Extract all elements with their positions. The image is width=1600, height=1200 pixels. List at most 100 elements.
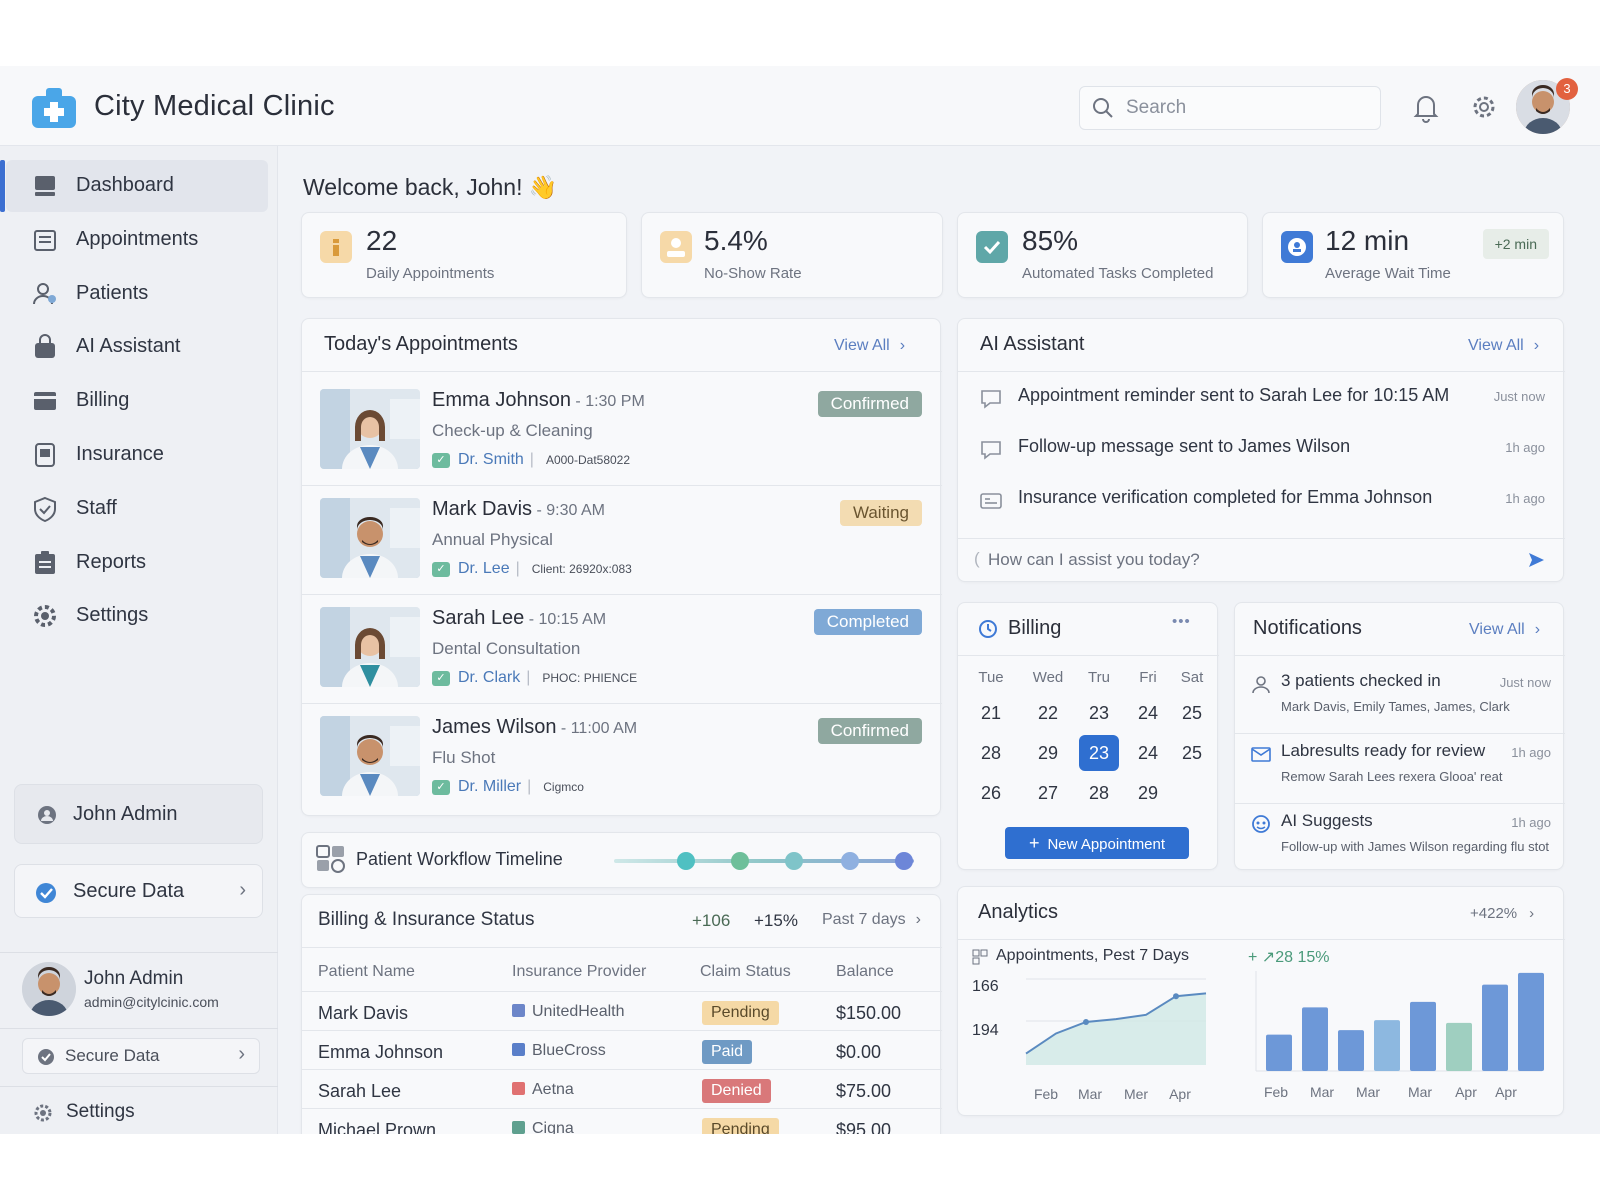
gear-icon[interactable]: [1467, 90, 1501, 124]
appointment-code: Client: 26920x:083: [531, 562, 632, 576]
calendar-day[interactable]: 25: [1172, 695, 1212, 731]
divider: [302, 1108, 942, 1109]
appointment-row[interactable]: James Wilson - 11:00 AM Flu Shot ✓ Dr. Mill…: [302, 716, 942, 826]
ai-chat-input[interactable]: ( How can I assist you today?: [958, 539, 1565, 583]
analytics-delta[interactable]: +422% ›: [1470, 905, 1534, 922]
patient-name: Emma Johnson - 1:30 PM: [432, 389, 645, 412]
calendar-day[interactable]: 27: [1028, 775, 1068, 811]
sidebar-item-staff[interactable]: Staff: [6, 483, 268, 535]
table-row[interactable]: Emma Johnson BlueCross Paid $0.00: [302, 1030, 942, 1074]
ai-message-row[interactable]: Follow-up message sent to James Wilson 1h…: [958, 434, 1565, 474]
secure-data-button-2[interactable]: Secure Data ›: [22, 1038, 260, 1074]
provider-name: UnitedHealth: [532, 1003, 625, 1020]
patient-name: Mark Davis - 9:30 AM: [432, 498, 605, 521]
sidebar-item-label: Reports: [76, 550, 147, 573]
divider: [302, 485, 942, 486]
calendar-day[interactable]: 25: [1172, 735, 1212, 771]
patient-name-text: Sarah Lee: [432, 607, 525, 629]
stat-label: Daily Appointments: [366, 265, 495, 282]
wait-delta-badge: +2 min: [1482, 229, 1549, 259]
patient-photo: [320, 716, 420, 796]
claim-status-badge: Denied: [702, 1079, 771, 1103]
stat-value: 5.4%: [704, 225, 768, 256]
appointments-bar-chart: Feb Mar Mar Mar Apr Apr: [1255, 971, 1544, 1100]
sidebar-item-settings[interactable]: Settings: [6, 590, 268, 642]
calendar-day[interactable]: 24: [1128, 695, 1168, 731]
calendar-day[interactable]: 22: [1028, 695, 1068, 731]
user-box[interactable]: John Admin: [14, 784, 263, 844]
divider: [958, 371, 1565, 372]
sidebar-item-billing[interactable]: Billing: [6, 375, 268, 427]
search-input[interactable]: Search: [1079, 86, 1381, 130]
stat-label: No-Show Rate: [704, 265, 802, 282]
analytics-card: Analytics +422% › Appointments, Pest 7 Da…: [957, 886, 1565, 1116]
billing-status-title: Billing & Insurance Status: [318, 909, 535, 930]
sidebar-item-dashboard[interactable]: Dashboard: [0, 160, 268, 212]
appointments-view-all-link[interactable]: View All ›: [834, 337, 905, 355]
ai-view-all-link[interactable]: View All ›: [1468, 337, 1539, 355]
calendar-day[interactable]: 21: [971, 695, 1011, 731]
sidebar-settings-bottom[interactable]: Settings: [22, 1096, 260, 1132]
billing-period-selector[interactable]: Past 7 days ›: [822, 911, 921, 929]
appointment-row[interactable]: Mark Davis - 9:30 AM Annual Physical ✓ Dr. …: [302, 498, 942, 608]
more-options-icon[interactable]: •••: [1172, 613, 1191, 630]
notification-item[interactable]: Labresults ready for review Remow Sarah L…: [1235, 741, 1565, 804]
calendar-day[interactable]: 26: [971, 775, 1011, 811]
chevron-right-icon: ›: [238, 1043, 245, 1065]
table-row[interactable]: Sarah Lee Aetna Denied $75.00: [302, 1069, 942, 1113]
bell-icon[interactable]: [1409, 90, 1443, 124]
workflow-step-dot[interactable]: [895, 852, 913, 870]
appointment-row[interactable]: Emma Johnson - 1:30 PM Check-up & Cleanin…: [302, 389, 942, 499]
profile-name: John Admin: [84, 968, 184, 989]
clock-person-icon: [1281, 231, 1313, 263]
separator: |: [527, 778, 532, 795]
send-icon[interactable]: [1527, 551, 1545, 574]
calendar-day[interactable]: 29: [1028, 735, 1068, 771]
workflow-step-dot[interactable]: [841, 852, 859, 870]
user-circle-icon: [37, 805, 57, 830]
calendar-day[interactable]: 28: [1079, 775, 1119, 811]
check-shield-icon: [976, 231, 1008, 263]
column-header: Balance: [836, 963, 894, 980]
ai-face-icon: [1251, 815, 1271, 833]
calendar-day[interactable]: 24: [1128, 735, 1168, 771]
notification-time: 1h ago: [1511, 745, 1551, 760]
divider: [0, 1028, 278, 1029]
ai-message-row[interactable]: Insurance verification completed for Emm…: [958, 485, 1565, 525]
sidebar-item-reports[interactable]: Reports: [6, 537, 268, 589]
appointment-type: Dental Consultation: [432, 639, 581, 658]
workflow-step-dot[interactable]: [677, 852, 695, 870]
sidebar-item-insurance[interactable]: Insurance: [6, 429, 268, 481]
notification-badge: 3: [1556, 78, 1578, 100]
sidebar-item-ai-assistant[interactable]: AI Assistant: [6, 321, 268, 373]
table-row[interactable]: Mark Davis UnitedHealth Pending $150.00: [302, 991, 942, 1035]
sidebar-item-patients[interactable]: Patients: [6, 268, 268, 320]
calendar-day-selected[interactable]: 23: [1079, 735, 1119, 771]
separator: |: [526, 669, 531, 686]
secure-data-button[interactable]: Secure Data ›: [14, 864, 263, 918]
workflow-step-dot[interactable]: [731, 852, 749, 870]
stat-label: Automated Tasks Completed: [1022, 265, 1214, 282]
sidebar-item-appointments[interactable]: Appointments: [6, 214, 268, 266]
new-appointment-button[interactable]: + New Appointment: [1005, 827, 1189, 859]
x-tick-label: Feb: [1264, 1084, 1288, 1100]
bar: [1482, 984, 1508, 1071]
column-header: Patient Name: [318, 963, 415, 980]
appointment-time: - 1:30 PM: [570, 393, 645, 410]
calendar-day[interactable]: 29: [1128, 775, 1168, 811]
table-row[interactable]: Michael Prown Cigna Pending $95.00: [302, 1108, 942, 1134]
divider: [302, 594, 942, 595]
ai-message-row[interactable]: Appointment reminder sent to Sarah Lee f…: [958, 383, 1565, 423]
appointment-row[interactable]: Sarah Lee - 10:15 AM Dental Consultation ✓…: [302, 607, 942, 717]
calendar-day[interactable]: 28: [971, 735, 1011, 771]
calendar-day[interactable]: 23: [1079, 695, 1119, 731]
workflow-step-dot[interactable]: [785, 852, 803, 870]
appointment-type: Flu Shot: [432, 748, 496, 767]
x-tick-label: Apr: [1455, 1084, 1477, 1100]
notification-item[interactable]: AI Suggests Follow-up with James Wilson r…: [1235, 811, 1565, 867]
chevron-right-icon: ›: [915, 911, 921, 928]
notifications-view-all-link[interactable]: View All ›: [1469, 621, 1540, 639]
appointment-time: - 9:30 AM: [532, 502, 605, 519]
profile-avatar[interactable]: [22, 962, 76, 1016]
notification-item[interactable]: 3 patients checked in Mark Davis, Emily T…: [1235, 671, 1565, 734]
